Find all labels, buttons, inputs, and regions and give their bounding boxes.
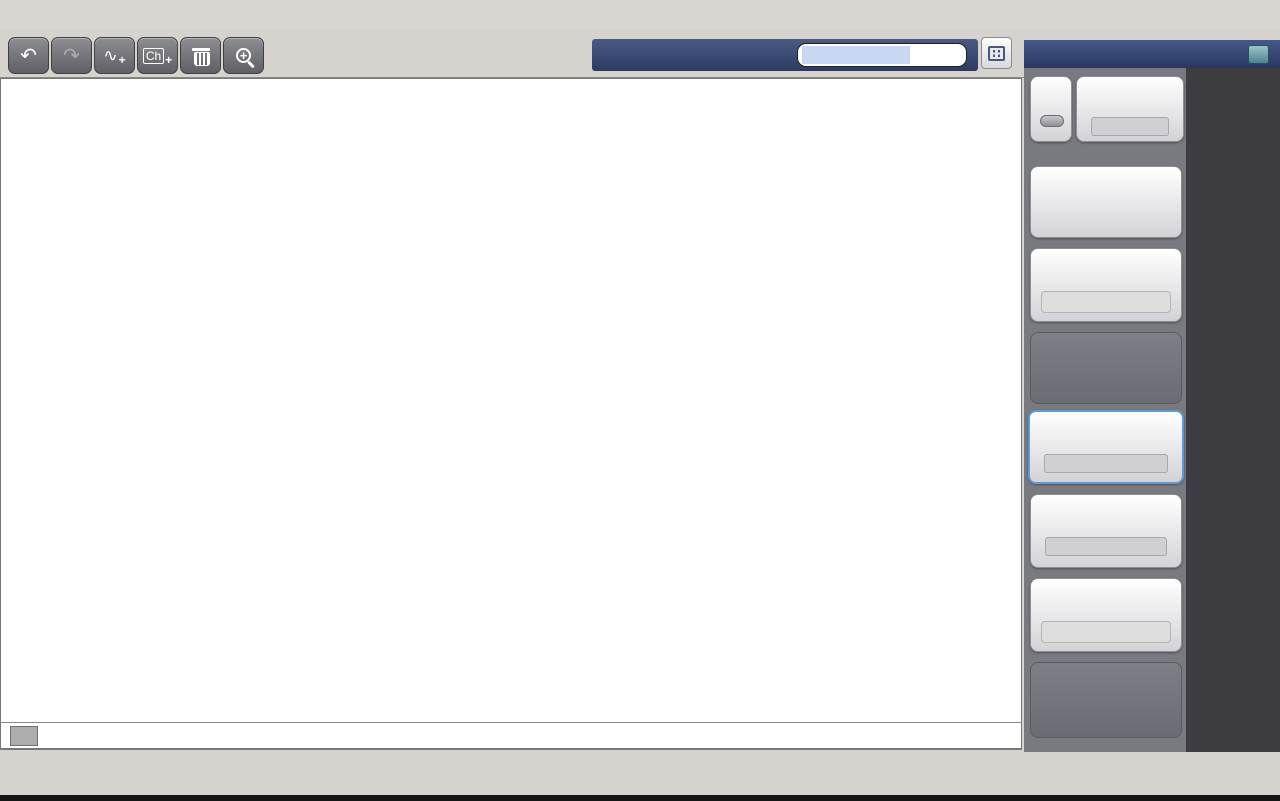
averaging-button[interactable]: [1076, 76, 1184, 142]
undo-icon: ↶: [20, 45, 37, 67]
toggle-led-icon: [1040, 115, 1064, 127]
averaging-restart-button[interactable]: [1030, 166, 1182, 238]
lf-auto-bw-button[interactable]: [1030, 578, 1182, 652]
average-type-button[interactable]: [1030, 248, 1182, 322]
ifbw-input[interactable]: [797, 43, 967, 67]
average-type-toggle[interactable]: [1041, 291, 1171, 313]
channel-number-badge[interactable]: [10, 726, 38, 746]
redo-icon: ↷: [63, 45, 80, 67]
zoom-button[interactable]: +: [223, 37, 264, 74]
ifbw-toolbar: [592, 39, 978, 71]
bottom-edge: [0, 795, 1280, 801]
add-trace-icon: ∿: [103, 45, 118, 65]
undo-button[interactable]: ↶: [8, 37, 49, 74]
add-trace-button[interactable]: ∿ +: [94, 37, 135, 74]
redo-button[interactable]: ↷: [51, 37, 92, 74]
panel-header: [1024, 40, 1280, 68]
avg-bw-panel: [1024, 40, 1280, 752]
if-bw-shape-button[interactable]: [1030, 494, 1182, 568]
if-bandwidth-button[interactable]: [1028, 410, 1184, 484]
keypad-button[interactable]: [981, 37, 1012, 69]
status-bar-1: [0, 752, 1280, 776]
averaging-value: [1091, 117, 1169, 136]
empty-button-1: [1030, 332, 1182, 404]
plus-icon: +: [118, 52, 126, 67]
menu-bar: [0, 0, 1280, 30]
delete-button[interactable]: [180, 37, 221, 74]
ifbw-input-selection: [802, 46, 910, 64]
if-bandwidth-value: [1044, 454, 1168, 473]
plus-icon: +: [165, 52, 173, 67]
close-icon[interactable]: [1248, 45, 1269, 64]
keypad-icon: [988, 45, 1005, 61]
plot-svg: [0, 78, 1022, 750]
panel-tab-strip: [1186, 68, 1280, 752]
add-channel-icon: Ch: [142, 47, 165, 64]
channel-status-bar: [0, 722, 1022, 749]
zoom-icon: +: [236, 48, 251, 63]
add-channel-button[interactable]: Ch +: [137, 37, 178, 74]
lf-auto-bw-toggle[interactable]: [1041, 621, 1171, 643]
trash-icon: [191, 47, 210, 66]
empty-button-2: [1030, 662, 1182, 738]
if-bw-shape-label: [1031, 507, 1181, 524]
if-bw-shape-value: [1045, 537, 1167, 556]
averaging-toggle-button[interactable]: [1030, 76, 1072, 142]
